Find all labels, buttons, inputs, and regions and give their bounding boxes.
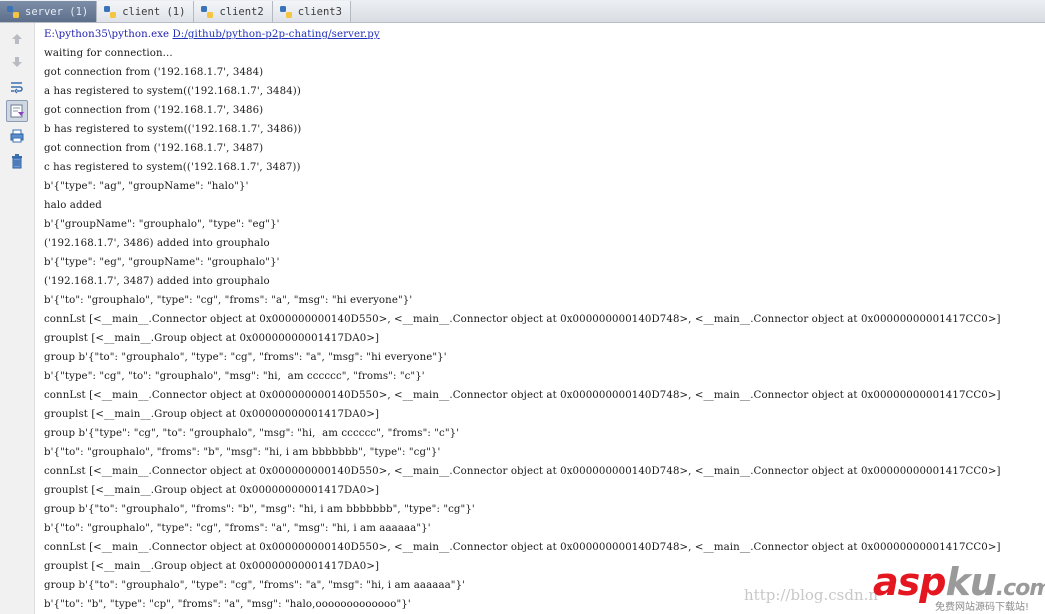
console-line: a has registered to system(('192.168.1.7… bbox=[44, 86, 301, 97]
console-line: waiting for connection... bbox=[44, 48, 173, 59]
python-icon bbox=[7, 5, 19, 18]
watermark-subtitle: 免费网站源码下载站! bbox=[935, 602, 1030, 613]
console-line: got connection from ('192.168.1.7', 3484… bbox=[44, 67, 264, 78]
console-line: connLst [<__main__.Connector object at 0… bbox=[44, 542, 1001, 553]
tab-label: client (1) bbox=[122, 5, 186, 18]
console-line: grouplst [<__main__.Group object at 0x00… bbox=[44, 485, 380, 496]
tab-label: client2 bbox=[219, 5, 264, 18]
console-line: b'{"to": "grouphalo", "type": "cg", "fro… bbox=[44, 295, 413, 306]
python-icon bbox=[279, 5, 292, 18]
console-line: halo added bbox=[44, 200, 102, 211]
console-line: b'{"type": "ag", "groupName": "halo"}' bbox=[44, 181, 249, 192]
console-line: connLst [<__main__.Connector object at 0… bbox=[44, 314, 1001, 325]
console-line: grouplst [<__main__.Group object at 0x00… bbox=[44, 409, 380, 420]
console-line: ('192.168.1.7', 3487) added into groupha… bbox=[44, 276, 270, 287]
python-path: E:\python35\python.exe bbox=[44, 29, 173, 40]
tab-client2[interactable]: client2 bbox=[194, 1, 273, 22]
down-arrow-icon[interactable] bbox=[6, 51, 28, 73]
console-line: b has registered to system(('192.168.1.7… bbox=[44, 124, 302, 135]
console-toolbar bbox=[0, 23, 35, 614]
tab-client[interactable]: client (1) bbox=[97, 1, 195, 22]
console-line: grouplst [<__main__.Group object at 0x00… bbox=[44, 333, 380, 344]
script-path-link[interactable]: D:/github/python-p2p-chating/server.py bbox=[173, 29, 380, 40]
console-line: group b'{"to": "grouphalo", "type": "cg"… bbox=[44, 352, 447, 363]
console-line: connLst [<__main__.Connector object at 0… bbox=[44, 466, 1001, 477]
console-line: ('192.168.1.7', 3486) added into groupha… bbox=[44, 238, 270, 249]
console-line: b'{"to": "grouphalo", "froms": "b", "msg… bbox=[44, 447, 441, 458]
console-line: got connection from ('192.168.1.7', 3486… bbox=[44, 105, 264, 116]
console-line: connLst [<__main__.Connector object at 0… bbox=[44, 390, 1001, 401]
python-icon bbox=[104, 5, 117, 18]
python-icon bbox=[201, 5, 214, 18]
console-line: b'{"type": "cg", "to": "grouphalo", "msg… bbox=[44, 371, 425, 382]
tab-server[interactable]: server (1) bbox=[0, 1, 98, 22]
console-line: group b'{"to": "grouphalo", "froms": "b"… bbox=[44, 504, 475, 515]
tab-label: client3 bbox=[297, 5, 342, 18]
watermark-url: http://blog.csdn.n bbox=[744, 586, 879, 604]
console-line: b'{"groupName": "grouphalo", "type": "eg… bbox=[44, 219, 280, 230]
print-icon[interactable] bbox=[6, 125, 28, 147]
up-arrow-icon[interactable] bbox=[6, 28, 28, 50]
console-line: b'{"to": "grouphalo", "type": "cg", "fro… bbox=[44, 523, 431, 534]
console-line: b'{"type": "eg", "groupName": "grouphalo… bbox=[44, 257, 280, 268]
console-line: c has registered to system(('192.168.1.7… bbox=[44, 162, 301, 173]
tab-bar: server (1) client (1) client2 client3 bbox=[0, 0, 1045, 23]
console-output[interactable]: E:\python35\python.exe D:/github/python-… bbox=[44, 25, 1045, 614]
scroll-to-end-icon[interactable] bbox=[6, 100, 28, 122]
trash-icon[interactable] bbox=[6, 150, 28, 172]
soft-wrap-icon[interactable] bbox=[6, 76, 28, 98]
command-line: E:\python35\python.exe D:/github/python-… bbox=[44, 25, 1045, 44]
tab-label: server (1) bbox=[25, 5, 89, 18]
console-line: got connection from ('192.168.1.7', 3487… bbox=[44, 143, 264, 154]
tab-client3[interactable]: client3 bbox=[272, 1, 351, 22]
console-line: group b'{"type": "cg", "to": "grouphalo"… bbox=[44, 428, 460, 439]
